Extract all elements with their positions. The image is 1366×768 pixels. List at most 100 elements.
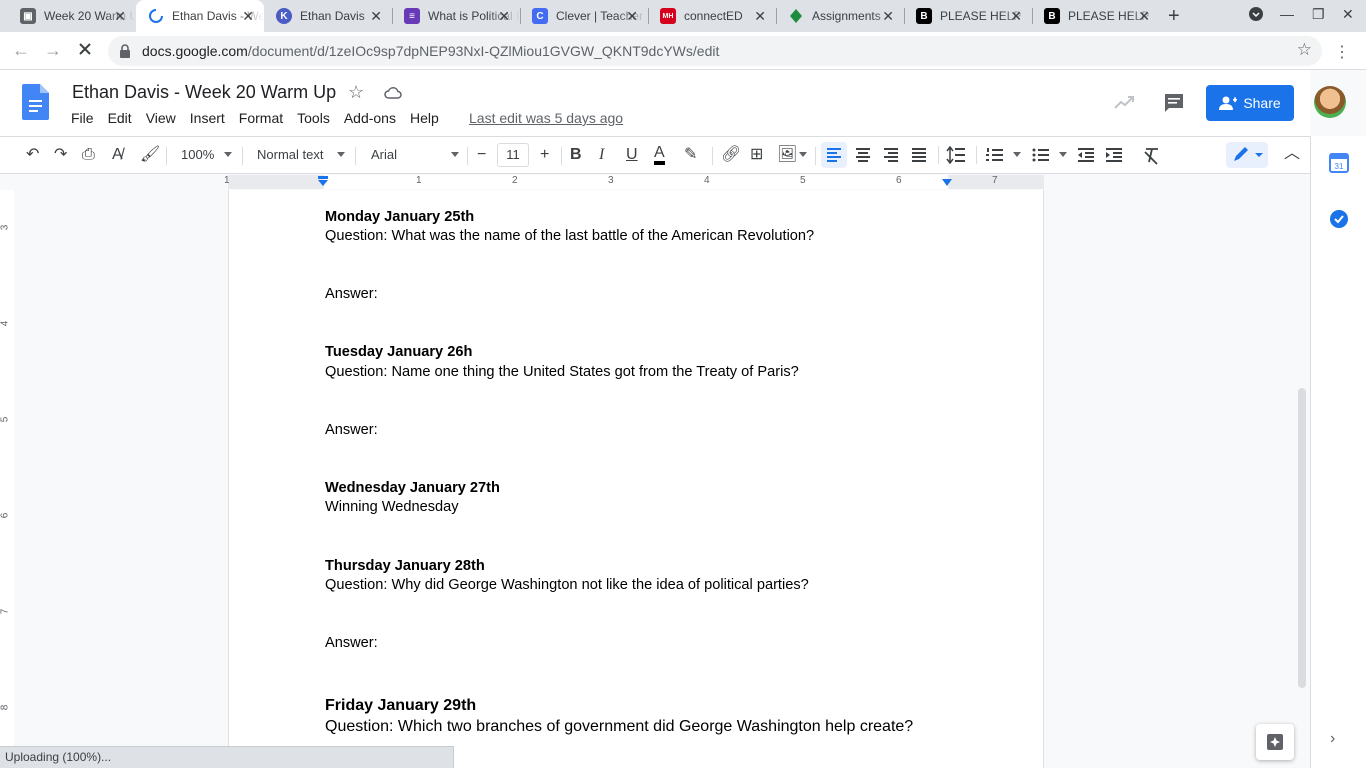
google-docs-logo-icon[interactable] [22,84,49,120]
new-tab-button[interactable]: + [1168,6,1180,26]
menu-view[interactable]: View [139,108,183,130]
google-calendar-icon[interactable]: 31 [1329,153,1349,173]
google-tasks-icon[interactable] [1329,209,1349,229]
italic-icon[interactable]: I [599,145,604,165]
menu-insert[interactable]: Insert [183,108,232,130]
close-tab-icon[interactable]: ✕ [498,8,510,24]
bulleted-list-dropdown-icon[interactable] [1059,152,1067,157]
ruler-number: 4 [704,175,710,186]
vertical-scrollbar-thumb[interactable] [1298,388,1306,688]
numbered-list-icon[interactable] [982,142,1008,168]
align-center-icon[interactable] [850,142,876,168]
document-canvas[interactable]: Monday January 25th Question: What was t… [14,190,1310,768]
toolbar-separator [561,147,562,165]
hide-menus-chevron-icon[interactable]: ︿ [1284,144,1300,164]
minimize-window-icon[interactable]: — [1280,6,1294,22]
browser-tab-assignments[interactable]: Assignments ✕ [776,0,904,32]
menu-format[interactable]: Format [232,108,290,130]
add-comment-icon[interactable]: ⊞ [750,145,763,165]
highlight-color-icon[interactable]: ✎ [684,145,697,165]
close-tab-icon[interactable]: ✕ [114,8,126,24]
zoom-dropdown-icon[interactable] [224,152,232,157]
browser-tab-clever[interactable]: C Clever | Teacher ✕ [520,0,648,32]
explore-button[interactable] [1256,724,1294,760]
close-tab-icon[interactable]: ✕ [754,8,766,24]
menu-tools[interactable]: Tools [290,108,337,130]
cloud-saved-icon[interactable] [384,85,402,101]
address-bar[interactable]: docs.google.com/document/d/1zeIOc9sp7dpN… [108,36,1322,66]
browser-tab-week20[interactable]: ▣ Week 20 Warm Up ✕ [8,0,136,32]
align-left-icon [827,148,841,162]
browser-tab-connected[interactable]: MH connectED ✕ [648,0,776,32]
activity-trend-icon[interactable] [1114,94,1134,110]
insert-link-icon[interactable]: 🔗︎ [721,145,741,165]
clear-formatting-icon[interactable] [1139,142,1165,168]
font-family-select[interactable]: Arial [371,147,397,162]
paint-format-icon[interactable]: 🖌 [140,145,160,165]
tab-search-icon[interactable] [1248,6,1264,25]
close-tab-icon[interactable]: ✕ [626,8,638,24]
decrease-indent-icon[interactable] [1073,142,1099,168]
share-button[interactable]: Share [1206,85,1294,121]
star-document-icon[interactable]: ☆ [348,82,364,103]
paragraph-style-select[interactable]: Normal text [257,147,323,162]
menu-file[interactable]: File [64,108,101,130]
browser-tab-forms[interactable]: ≡ What is Political Party ✕ [392,0,520,32]
expand-side-panel-icon[interactable]: › [1330,730,1335,748]
bold-icon[interactable]: B [570,145,582,165]
right-indent-marker-icon[interactable] [941,178,953,188]
close-window-icon[interactable]: ✕ [1342,6,1354,23]
close-tab-icon[interactable]: ✕ [370,8,382,24]
brainly-icon: B [1044,8,1060,24]
day-heading: Thursday January 28th [325,558,485,574]
print-icon[interactable]: ⎙ [82,145,95,165]
justify-icon[interactable] [906,142,932,168]
left-indent-marker-icon[interactable] [317,176,329,188]
font-dropdown-icon[interactable] [451,152,459,157]
restore-window-icon[interactable]: ❐ [1312,6,1325,23]
align-left-button[interactable] [821,142,847,168]
question-text: Question: Name one thing the United Stat… [325,364,799,380]
bookmark-star-icon[interactable]: ☆ [1297,40,1312,60]
stop-loading-icon[interactable] [76,40,94,62]
zoom-select[interactable]: 100% [181,147,214,162]
underline-icon[interactable]: U [626,145,638,165]
browser-tab-kami[interactable]: K Ethan Davis ✕ [264,0,392,32]
close-tab-icon[interactable]: ✕ [1010,8,1022,24]
font-size-input[interactable]: 11 [497,143,529,167]
increase-indent-icon[interactable] [1101,142,1127,168]
numbered-list-dropdown-icon[interactable] [1013,152,1021,157]
undo-icon[interactable]: ↶ [26,145,39,165]
style-dropdown-icon[interactable] [337,152,345,157]
menu-addons[interactable]: Add-ons [337,108,403,130]
insert-image-icon[interactable]: 🖼︎ [777,145,797,165]
last-edit-link[interactable]: Last edit was 5 days ago [469,110,623,126]
close-tab-icon[interactable]: ✕ [242,8,254,24]
horizontal-ruler: 1 1 2 3 4 5 6 7 [0,174,1310,190]
close-tab-icon[interactable]: ✕ [882,8,894,24]
align-right-icon[interactable] [878,142,904,168]
comment-history-icon[interactable] [1163,92,1185,114]
browser-tab-brainly-2[interactable]: B PLEASE HELP ✕ [1032,0,1160,32]
back-arrow-icon[interactable]: ← [12,40,30,60]
line-spacing-icon[interactable] [944,142,970,168]
browser-menu-icon[interactable]: ⋮ [1334,42,1350,62]
account-avatar[interactable] [1314,86,1346,118]
text-color-icon[interactable]: A [654,145,665,165]
redo-icon[interactable]: ↷ [54,145,67,165]
browser-tab-active-doc[interactable]: Ethan Davis - Week 20 Warm Up ✕ [136,0,264,32]
editing-mode-button[interactable] [1226,142,1268,168]
close-tab-icon[interactable]: ✕ [1138,8,1150,24]
lock-icon[interactable] [120,44,130,58]
menu-help[interactable]: Help [403,108,446,130]
bulleted-list-icon[interactable] [1028,142,1054,168]
menu-edit[interactable]: Edit [101,108,139,130]
image-dropdown-icon[interactable] [799,152,807,157]
spellcheck-icon[interactable]: A̸ [112,145,123,165]
document-title[interactable]: Ethan Davis - Week 20 Warm Up [72,82,336,103]
document-page[interactable]: Monday January 25th Question: What was t… [228,190,1044,768]
forward-arrow-icon[interactable]: → [44,40,62,60]
decrease-font-size-icon[interactable]: − [477,145,486,165]
browser-tab-brainly-1[interactable]: B PLEASE HELP ✕ [904,0,1032,32]
increase-font-size-icon[interactable]: + [540,145,549,165]
